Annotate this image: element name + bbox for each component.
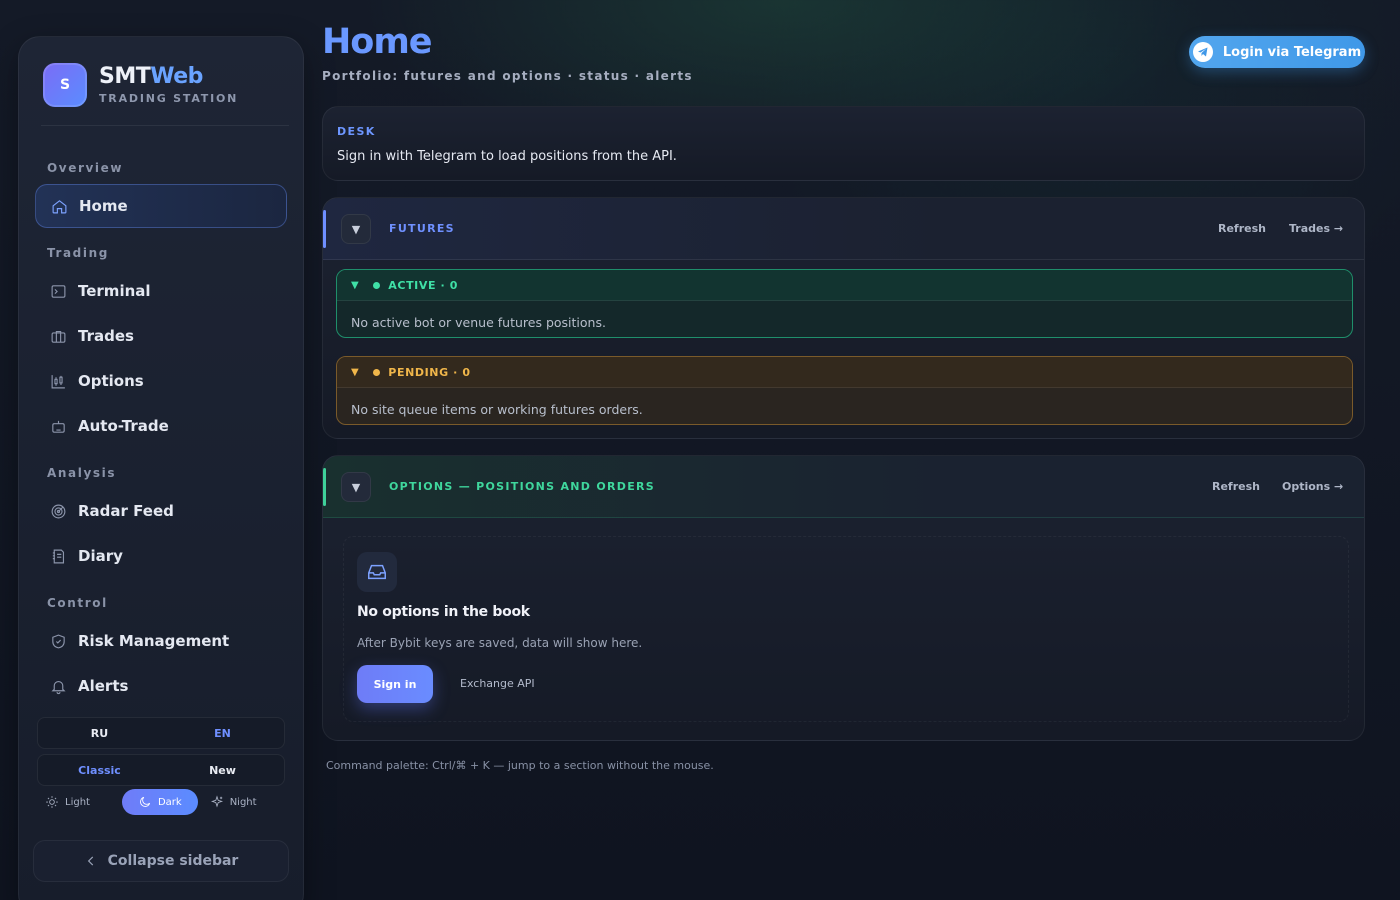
login-telegram-button[interactable]: Login via Telegram (1189, 36, 1365, 68)
layout-switch: Classic New (37, 754, 285, 786)
desk-text: Sign in with Telegram to load positions … (337, 149, 677, 164)
theme-dark-button[interactable]: Dark (121, 789, 198, 815)
login-telegram-label: Login via Telegram (1222, 44, 1362, 60)
options-header: ▼ OPTIONS — POSITIONS AND ORDERS Refresh… (323, 456, 1364, 518)
layout-classic-button[interactable]: Classic (38, 755, 161, 785)
options-card: ▼ OPTIONS — POSITIONS AND ORDERS Refresh… (322, 455, 1365, 741)
chevron-left-icon (87, 856, 93, 866)
options-toggle-button[interactable]: ▼ (341, 472, 371, 502)
sidebar-item-label: Trades (78, 327, 134, 345)
options-title: OPTIONS — POSITIONS AND ORDERS (389, 480, 656, 493)
status-dot (373, 281, 381, 289)
lang-ru-button[interactable]: RU (38, 718, 161, 748)
desk-card: DESK Sign in with Telegram to load posit… (322, 106, 1365, 181)
sidebar-item-risk[interactable]: Risk Management (35, 619, 287, 663)
brand-logo: S (43, 63, 87, 107)
options-empty-state (343, 536, 1349, 722)
theme-dark-label: Dark (157, 796, 182, 808)
active-positions-panel: ▼ ACTIVE · 0 No active bot or venue futu… (336, 269, 1353, 338)
theme-light-button[interactable]: Light (41, 789, 98, 815)
sign-in-button[interactable]: Sign in (357, 665, 433, 703)
pending-orders-header[interactable]: ▼ PENDING · 0 (337, 357, 1352, 388)
pending-orders-panel: ▼ PENDING · 0 No site queue items or wor… (336, 356, 1353, 425)
page-title: Home (322, 22, 433, 62)
sun-icon (46, 796, 58, 808)
sidebar-item-label: Options (78, 372, 144, 390)
pending-orders-label: PENDING · 0 (388, 365, 471, 379)
theme-switch: Light Dark Night (41, 789, 291, 815)
nav-section-overview: Overview (47, 161, 124, 175)
sidebar-item-label: Radar Feed (78, 502, 174, 520)
futures-toggle-button[interactable]: ▼ (341, 214, 371, 244)
futures-trades-link[interactable]: Trades → (1289, 222, 1343, 235)
nav-section-control: Control (47, 596, 108, 610)
moon-icon (140, 796, 151, 807)
command-palette-hint: Command palette: Ctrl/⌘ + K — jump to a … (326, 759, 714, 772)
sidebar-item-label: Risk Management (78, 632, 230, 650)
layout-new-button[interactable]: New (161, 755, 284, 785)
page-subtitle: Portfolio: futures and options · status … (322, 69, 693, 83)
lang-en-button[interactable]: EN (161, 718, 284, 748)
collapse-sidebar-label: Collapse sidebar (107, 853, 239, 869)
language-switch: RU EN (37, 717, 285, 749)
active-positions-label: ACTIVE · 0 (388, 278, 458, 292)
sidebar-item-label: Terminal (78, 282, 151, 300)
options-page-link[interactable]: Options → (1282, 480, 1343, 493)
collapse-sidebar-button[interactable]: Collapse sidebar (33, 840, 289, 882)
sidebar-item-options[interactable]: Options (35, 359, 287, 403)
sparkle-icon (210, 795, 223, 808)
sidebar-item-label: Auto-Trade (78, 417, 169, 435)
desk-label: DESK (337, 125, 376, 138)
sidebar-item-label: Alerts (78, 677, 129, 695)
sidebar-item-alerts[interactable]: Alerts (35, 664, 287, 708)
home-icon (50, 197, 68, 215)
futures-refresh-button[interactable]: Refresh (1218, 222, 1266, 235)
sidebar-item-diary[interactable]: Diary (35, 534, 287, 578)
sidebar-item-label: Diary (78, 547, 123, 565)
shield-icon (49, 632, 67, 650)
brand-name: SMTWeb (99, 64, 203, 89)
options-empty-title: No options in the book (357, 604, 530, 620)
sidebar-item-label: Home (79, 197, 128, 215)
bot-icon (49, 417, 67, 435)
inbox-icon (357, 552, 397, 592)
active-positions-header[interactable]: ▼ ACTIVE · 0 (337, 270, 1352, 301)
theme-night-label: Night (229, 796, 257, 808)
futures-card: ▼ FUTURES Refresh Trades → ▼ ACTIVE · 0 … (322, 197, 1365, 439)
theme-night-button[interactable]: Night (206, 789, 265, 815)
accent-bar (323, 210, 326, 248)
nav-section-trading: Trading (47, 246, 109, 260)
sidebar-item-trades[interactable]: Trades (35, 314, 287, 358)
sidebar: S SMTWeb TRADING STATION Overview Home T… (18, 36, 304, 900)
sidebar-item-terminal[interactable]: Terminal (35, 269, 287, 313)
caret-down-icon: ▼ (351, 366, 360, 378)
options-empty-description: After Bybit keys are saved, data will sh… (357, 636, 643, 650)
exchange-api-link[interactable]: Exchange API (460, 677, 535, 690)
candlestick-icon (49, 372, 67, 390)
briefcase-icon (49, 327, 67, 345)
sidebar-item-home[interactable]: Home (35, 184, 287, 228)
sidebar-item-radar[interactable]: Radar Feed (35, 489, 287, 533)
caret-down-icon: ▼ (351, 480, 361, 494)
bell-icon (49, 677, 67, 695)
options-refresh-button[interactable]: Refresh (1212, 480, 1260, 493)
pending-orders-empty: No site queue items or working futures o… (351, 402, 643, 417)
brand[interactable]: S SMTWeb TRADING STATION (43, 63, 238, 107)
caret-down-icon: ▼ (351, 279, 360, 291)
accent-bar (323, 468, 326, 506)
sidebar-item-autotrade[interactable]: Auto-Trade (35, 404, 287, 448)
theme-light-label: Light (65, 796, 90, 808)
futures-header: ▼ FUTURES Refresh Trades → (323, 198, 1364, 260)
telegram-icon (1192, 42, 1213, 62)
divider (41, 125, 289, 126)
active-positions-empty: No active bot or venue futures positions… (351, 315, 606, 330)
brand-subtitle: TRADING STATION (99, 92, 239, 105)
status-dot (373, 368, 381, 376)
futures-title: FUTURES (389, 222, 455, 235)
nav-section-analysis: Analysis (47, 466, 117, 480)
notebook-icon (49, 547, 67, 565)
terminal-icon (49, 282, 67, 300)
caret-down-icon: ▼ (351, 222, 361, 236)
radar-icon (49, 502, 67, 520)
